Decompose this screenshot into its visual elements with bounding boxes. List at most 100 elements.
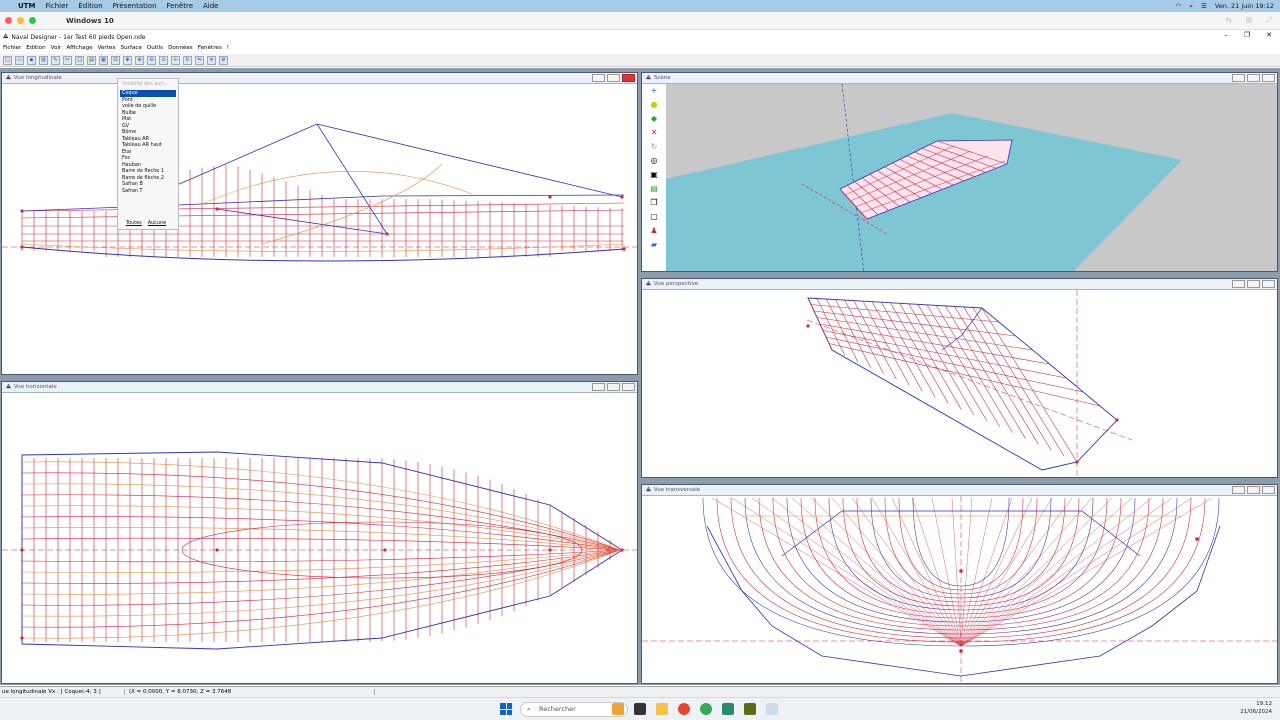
copilot-icon[interactable]	[612, 703, 624, 715]
green-box-icon[interactable]: ▤	[649, 184, 659, 194]
move-icon[interactable]: ✥	[123, 55, 132, 65]
transversal-canvas[interactable]	[642, 496, 1278, 684]
close-button[interactable]	[1262, 486, 1275, 494]
maximize-button[interactable]	[607, 74, 620, 82]
minimize-button[interactable]	[1232, 486, 1245, 494]
longitudinal-canvas[interactable]	[2, 84, 638, 375]
drive-icon[interactable]: ▤	[1246, 16, 1253, 25]
menu-outils[interactable]: Outils	[147, 45, 163, 51]
maximize-button[interactable]	[1247, 486, 1260, 494]
crosshair-icon[interactable]: +	[649, 86, 659, 96]
task-view-icon[interactable]	[634, 703, 646, 715]
start-icon[interactable]	[500, 703, 512, 715]
maximize-button[interactable]	[1247, 74, 1260, 82]
app-icon[interactable]	[722, 703, 734, 715]
close-button[interactable]	[1262, 74, 1275, 82]
box-icon[interactable]: ▣	[649, 170, 659, 180]
rotate-icon[interactable]: ↻	[649, 142, 659, 152]
close-button[interactable]	[622, 383, 635, 391]
control-center-icon[interactable]: ☰	[1201, 2, 1207, 10]
plane-icon[interactable]: ▰	[649, 240, 659, 250]
search-icon[interactable]: ⌕	[1189, 2, 1193, 11]
scene-canvas[interactable]	[642, 84, 1278, 272]
delete-icon[interactable]: ✕	[649, 128, 659, 138]
minimize-button[interactable]	[592, 383, 605, 391]
surface-item[interactable]: Safran T	[120, 188, 176, 195]
usb-icon[interactable]: ⇆	[1226, 16, 1232, 25]
menu-extra[interactable]: !	[227, 45, 229, 51]
browser-icon[interactable]	[678, 703, 690, 715]
zoom-in-icon[interactable]: ⊕	[135, 55, 144, 65]
perspective-canvas[interactable]	[642, 290, 1278, 478]
edge-icon[interactable]	[700, 703, 712, 715]
menu-edition[interactable]: Édition	[78, 2, 102, 10]
show-all-link[interactable]: Toutes	[126, 220, 142, 226]
layer-icon[interactable]: ≡	[207, 55, 216, 65]
edit-icon[interactable]: ✎	[51, 55, 60, 65]
select-icon[interactable]: ⊡	[111, 55, 120, 65]
menu-affichage[interactable]: Affichage	[66, 45, 92, 51]
menu-fichier[interactable]: Fichier	[45, 2, 68, 10]
print-icon[interactable]: ▥	[39, 55, 48, 65]
zoom-fit-icon[interactable]: ⊙	[159, 55, 168, 65]
close-icon[interactable]: ✕	[1266, 31, 1272, 39]
settings-icon[interactable]: ⚙	[219, 55, 228, 65]
window-transversal[interactable]: ⟁ Vue transversale	[641, 484, 1278, 684]
menu-fenetres[interactable]: Fenêtres	[198, 45, 222, 51]
horizontal-canvas[interactable]	[2, 393, 638, 684]
copy-icon[interactable]: ❐	[649, 198, 659, 208]
window-horizontal[interactable]: ⟁ Vue horizontale	[1, 381, 638, 684]
minimize-window-icon[interactable]	[17, 17, 24, 24]
menu-aide[interactable]: Aide	[203, 2, 218, 10]
frame-icon[interactable]: ▢	[649, 212, 659, 222]
wifi-icon[interactable]: ◠	[1176, 2, 1182, 10]
minimize-button[interactable]	[1232, 280, 1245, 288]
vertex-point	[20, 245, 24, 249]
save-icon[interactable]: ▪	[27, 55, 36, 65]
restore-icon[interactable]: ❐	[1244, 31, 1250, 39]
rotate-icon[interactable]: ↻	[183, 55, 192, 65]
resize-icon[interactable]: ⤢	[1266, 16, 1272, 25]
cylinder-icon[interactable]: ◎	[649, 156, 659, 166]
cut-icon[interactable]: ✂	[63, 55, 72, 65]
menu-donnees[interactable]: Données	[168, 45, 193, 51]
new-file-icon[interactable]: □	[3, 55, 12, 65]
close-window-icon[interactable]	[5, 17, 12, 24]
show-none-link[interactable]: Aucune	[148, 220, 166, 226]
zoom-window-icon[interactable]	[29, 17, 36, 24]
pan-icon[interactable]: ☩	[171, 55, 180, 65]
green-cube-icon[interactable]: ◆	[649, 114, 659, 124]
copy-icon[interactable]: ❏	[75, 55, 84, 65]
person-icon[interactable]: ♟	[649, 226, 659, 236]
menu-vertex[interactable]: Vertex	[98, 45, 116, 51]
menu-fenetre[interactable]: Fenêtre	[167, 2, 193, 10]
maximize-button[interactable]	[1247, 280, 1260, 288]
zoom-out-icon[interactable]: ⊖	[147, 55, 156, 65]
menu-edition-app[interactable]: Edition	[26, 45, 45, 51]
minimize-button[interactable]	[1232, 74, 1245, 82]
file-explorer-icon[interactable]	[656, 703, 668, 715]
close-button[interactable]	[622, 74, 635, 82]
light-icon[interactable]: ●	[649, 100, 659, 110]
menu-presentation[interactable]: Présentation	[113, 2, 157, 10]
maximize-button[interactable]	[607, 383, 620, 391]
system-tray[interactable]: 19:12 21/06/2024	[1240, 700, 1272, 716]
open-file-icon[interactable]: ▭	[15, 55, 24, 65]
close-button[interactable]	[1262, 280, 1275, 288]
app2-icon[interactable]	[744, 703, 756, 715]
mirror-icon[interactable]: ⇋	[195, 55, 204, 65]
grid-icon[interactable]: ▦	[99, 55, 108, 65]
clock[interactable]: Ven. 21 juin 19:12	[1215, 2, 1274, 10]
menu-utm[interactable]: UTM	[18, 2, 35, 10]
menu-fichier-app[interactable]: Fichier	[3, 45, 21, 51]
window-longitudinal[interactable]: ⟁ Vue longitudinale	[1, 72, 638, 375]
naval-designer-taskbar-icon[interactable]	[766, 703, 778, 715]
vertex-point	[383, 548, 387, 552]
window-perspective[interactable]: ⟁ Vue perspective	[641, 278, 1278, 478]
menu-surface[interactable]: Surface	[121, 45, 142, 51]
menu-voir[interactable]: Voir	[51, 45, 62, 51]
paste-icon[interactable]: ▤	[87, 55, 96, 65]
minimize-icon[interactable]: –	[1224, 31, 1228, 39]
minimize-button[interactable]	[592, 74, 605, 82]
window-3d-scene[interactable]: ⟁ Scène	[641, 72, 1278, 272]
